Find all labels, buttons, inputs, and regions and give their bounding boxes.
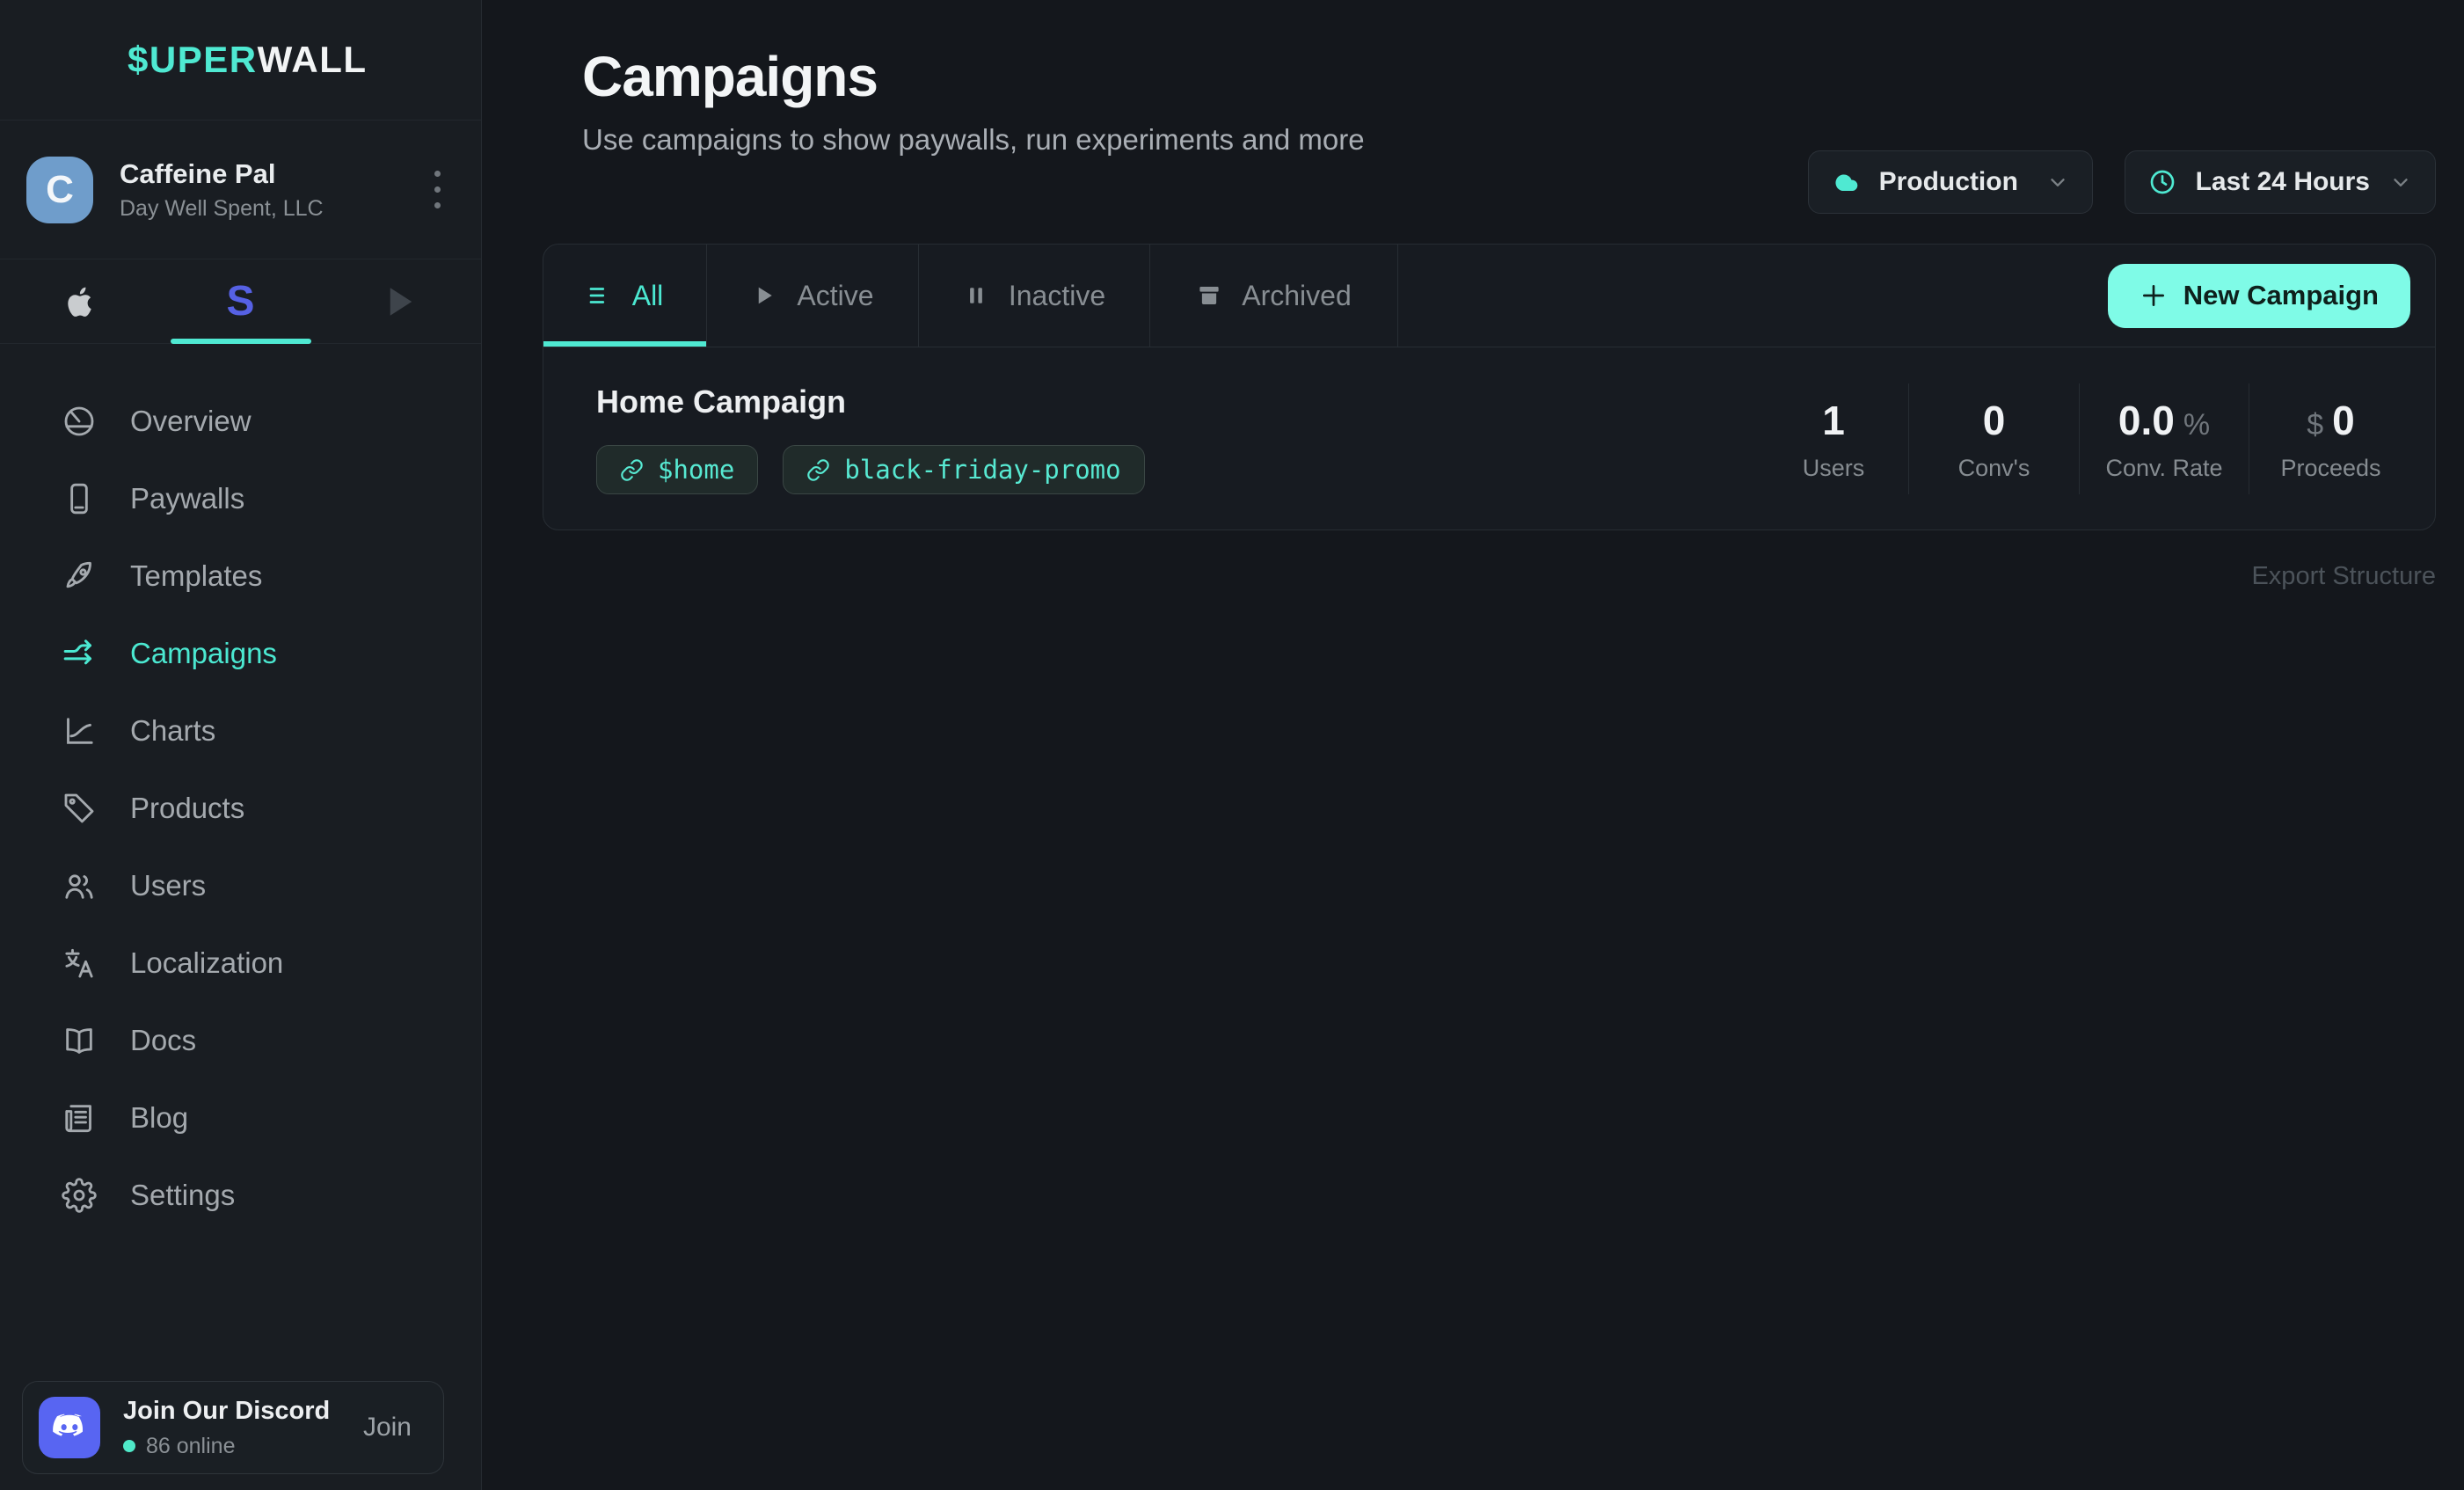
export-structure-link[interactable]: Export Structure [2251,562,2436,591]
chevron-down-icon [2046,171,2069,194]
sidebar-nav: Overview Paywalls Templates Campaigns [0,344,481,1234]
sidebar-item-blog[interactable]: Blog [0,1079,481,1157]
environment-value: Production [1879,167,2018,197]
discord-title: Join Our Discord [123,1397,330,1426]
tab-all[interactable]: All [543,245,707,347]
rocket-icon [62,559,97,594]
environment-dropdown[interactable]: Production [1808,150,2093,214]
placement-chip[interactable]: black-friday-promo [783,445,1144,494]
campaigns-split-arrow-icon [62,636,97,671]
platform-tab-superwall[interactable]: S [160,259,320,343]
apple-icon [61,282,99,321]
discord-online-count: 86 online [146,1434,235,1459]
superwall-s-icon: S [226,277,254,325]
tag-icon [62,791,97,826]
superwall-logo: $UPERWALL [0,0,481,121]
page-subtitle: Use campaigns to show paywalls, run expe… [582,123,1365,157]
campaign-tabs: All Active Inactive Archived [543,245,2435,347]
workspace-avatar: C [26,157,93,223]
sidebar-item-docs[interactable]: Docs [0,1002,481,1079]
book-icon [62,1023,97,1058]
newspaper-icon [62,1100,97,1136]
sidebar: $UPERWALL C Caffeine Pal Day Well Spent,… [0,0,482,1490]
sidebar-item-campaigns[interactable]: Campaigns [0,615,481,692]
online-status-dot [123,1440,135,1452]
workspace-menu-kebab-icon[interactable] [426,162,449,217]
campaign-name: Home Campaign [596,383,1145,420]
time-range-dropdown[interactable]: Last 24 Hours [2125,150,2436,214]
tab-archived[interactable]: Archived [1150,245,1398,347]
stat-proceeds: $0 Proceeds [2249,383,2412,494]
logo-rest-text: WALL [258,39,368,81]
tab-active[interactable]: Active [707,245,919,347]
cloud-icon [1832,168,1860,196]
sidebar-item-users[interactable]: Users [0,847,481,924]
workspace-name: Caffeine Pal [120,158,324,190]
gear-icon [62,1178,97,1213]
campaign-row[interactable]: Home Campaign $home bl [543,347,2435,530]
plus-icon [2140,281,2168,310]
filter-bar: Production Last 24 Hours [1808,150,2436,214]
sidebar-item-charts[interactable]: Charts [0,692,481,770]
sidebar-item-templates[interactable]: Templates [0,537,481,615]
workspace-org: Day Well Spent, LLC [120,196,324,222]
stat-conversions: 0 Conv's [1908,383,2079,494]
platform-active-underline [171,339,311,344]
chart-line-icon [62,713,97,749]
link-icon [806,458,830,482]
translate-icon [62,946,97,981]
sidebar-item-localization[interactable]: Localization [0,924,481,1002]
tab-inactive[interactable]: Inactive [919,245,1150,347]
overview-icon [62,404,97,439]
time-range-value: Last 24 Hours [2196,167,2370,197]
sidebar-item-paywalls[interactable]: Paywalls [0,460,481,537]
workspace-selector[interactable]: C Caffeine Pal Day Well Spent, LLC [0,121,481,259]
placement-chips: $home black-friday-promo [596,445,1145,494]
platform-switcher: S [0,259,481,344]
archive-icon [1196,282,1222,309]
play-icon [751,282,777,309]
users-icon [62,868,97,903]
sidebar-item-overview[interactable]: Overview [0,383,481,460]
main-content: Campaigns Use campaigns to show paywalls… [483,0,2464,1490]
campaign-stats: 1 Users 0 Conv's 0.0% Conv. Rate $0 Proc… [1759,383,2412,494]
sidebar-item-settings[interactable]: Settings [0,1157,481,1234]
new-campaign-button[interactable]: New Campaign [2108,264,2410,328]
stat-users: 1 Users [1759,383,1908,494]
stat-conversion-rate: 0.0% Conv. Rate [2079,383,2249,494]
clock-icon [2148,168,2176,196]
discord-logo-icon [39,1397,100,1458]
link-icon [620,458,644,482]
chevron-down-icon [2389,171,2412,194]
campaigns-card: All Active Inactive Archived [543,244,2436,530]
sidebar-item-products[interactable]: Products [0,770,481,847]
discord-banner[interactable]: Join Our Discord 86 online Join [22,1381,444,1474]
page-title: Campaigns [582,44,878,109]
phone-icon [62,481,97,516]
discord-join-button[interactable]: Join [363,1413,412,1443]
google-play-icon [383,283,419,320]
placement-chip[interactable]: $home [596,445,758,494]
platform-tab-google-play[interactable] [321,259,481,343]
list-icon [587,282,613,309]
platform-tab-apple[interactable] [0,259,160,343]
logo-accent-text: $UPER [128,39,258,81]
pause-icon [963,282,989,309]
